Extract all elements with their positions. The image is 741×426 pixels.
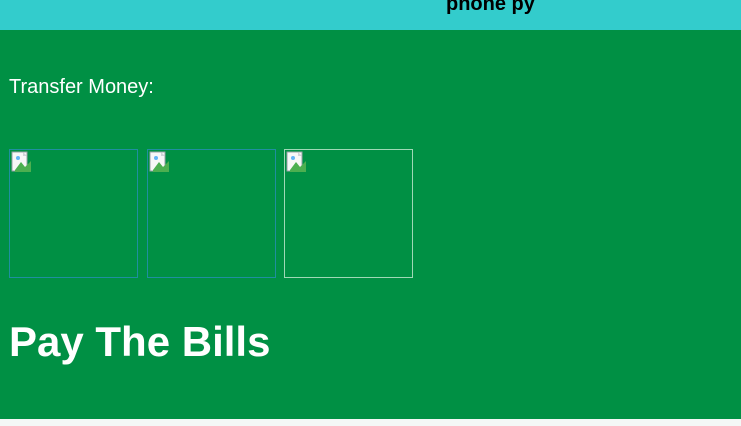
site-brand-title: phone py xyxy=(446,0,535,15)
transfer-option-2[interactable] xyxy=(147,149,276,278)
transfer-option-3[interactable] xyxy=(284,149,413,278)
top-header-bar: phone py xyxy=(0,0,741,30)
pay-bills-heading: Pay The Bills xyxy=(9,318,271,365)
broken-image-icon xyxy=(149,151,169,172)
broken-image-icon xyxy=(286,151,306,172)
main-content: Transfer Money: Pay The Bills xyxy=(0,30,741,419)
transfer-money-label: Transfer Money: xyxy=(9,76,154,98)
broken-image-icon xyxy=(11,151,31,172)
transfer-option-1[interactable] xyxy=(9,149,138,278)
